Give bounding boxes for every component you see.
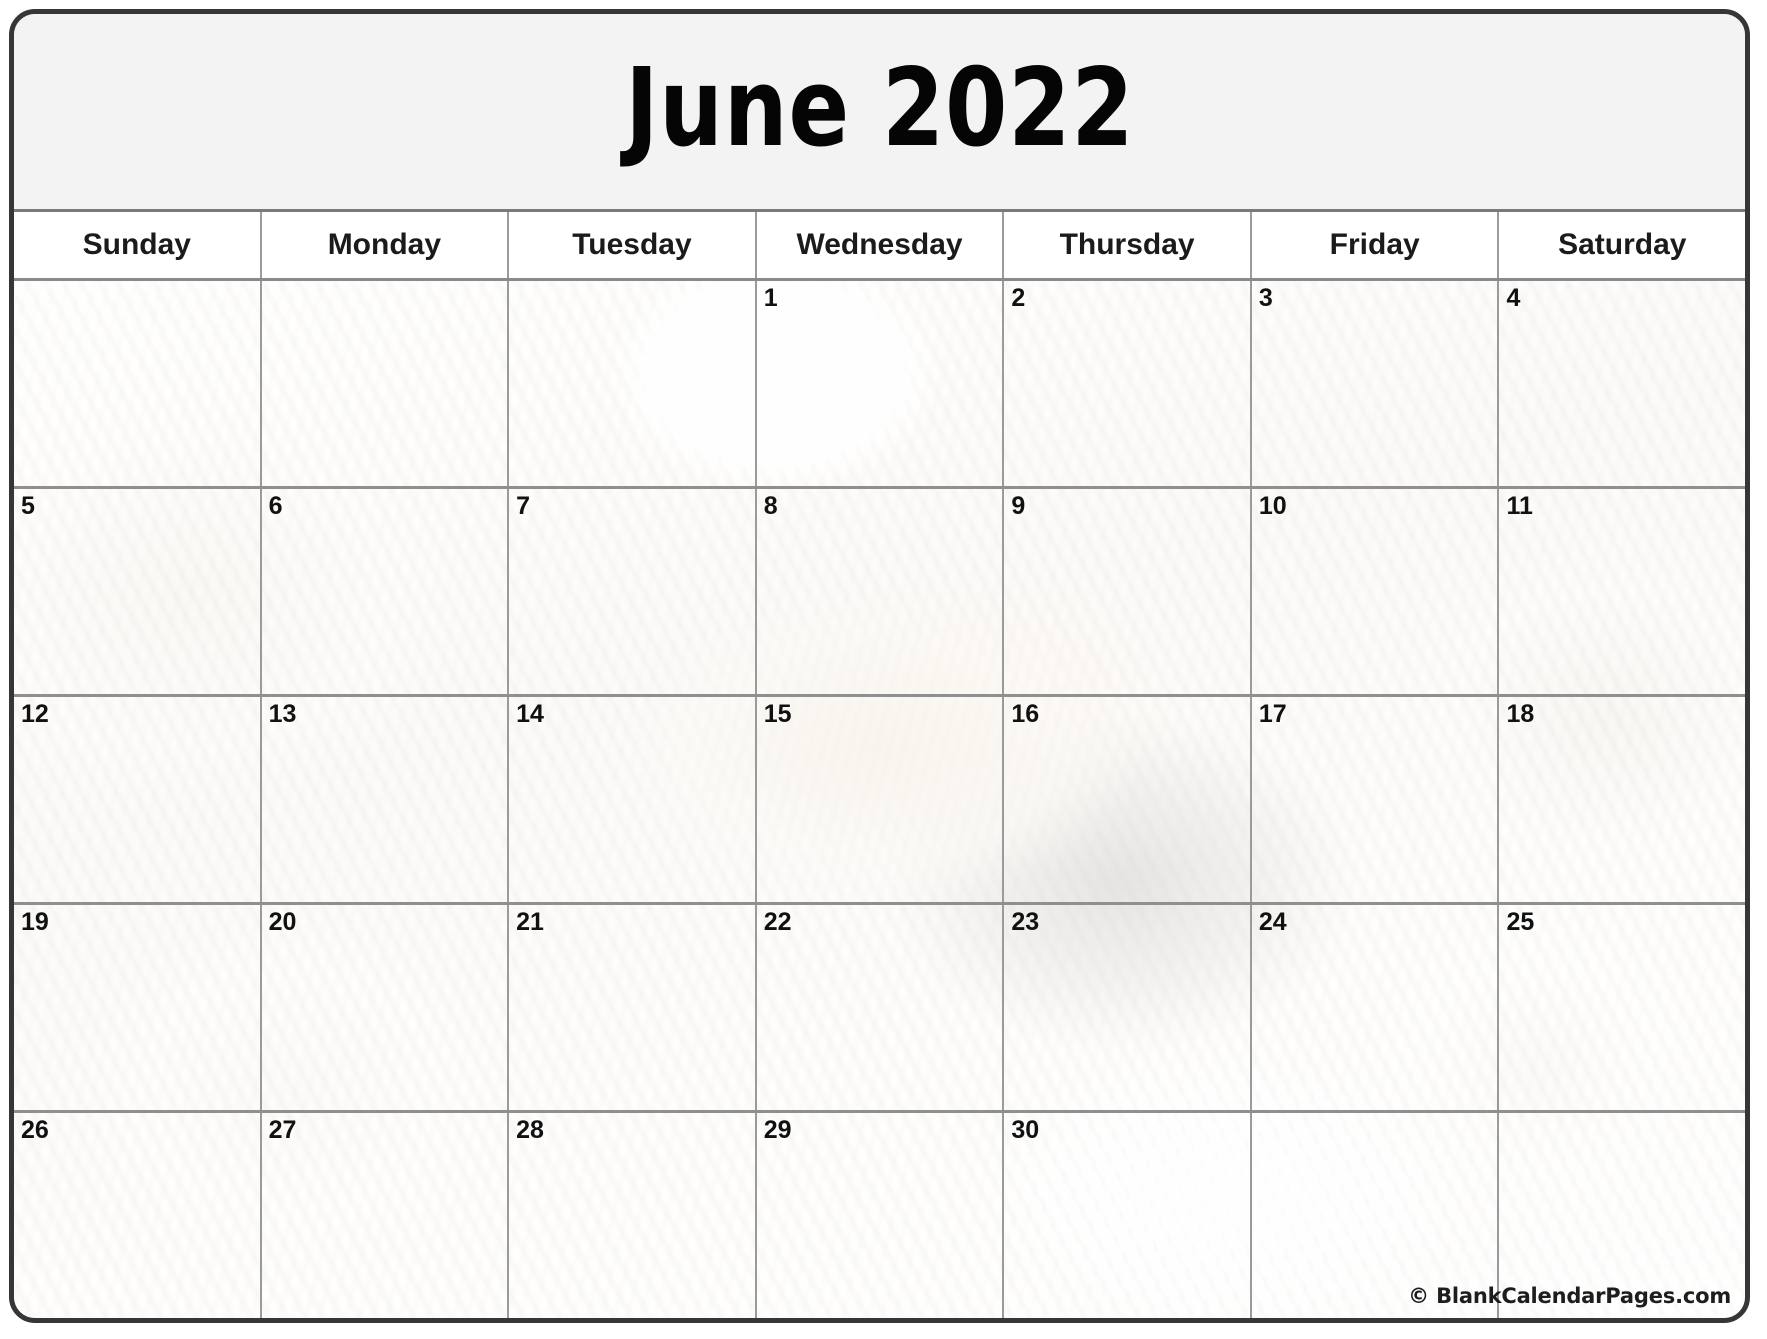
week-row: 12 13 14 15 16 17 18 bbox=[14, 697, 1745, 905]
day-number: 1 bbox=[763, 284, 778, 312]
day-cell[interactable]: 20 bbox=[262, 905, 510, 1110]
day-number: 30 bbox=[1011, 1116, 1040, 1144]
day-cell[interactable] bbox=[14, 281, 262, 486]
weekday-label: Saturday bbox=[1558, 228, 1687, 261]
week-row: 19 20 21 22 23 24 25 bbox=[14, 905, 1745, 1113]
day-number: 4 bbox=[1506, 284, 1521, 312]
day-number: 3 bbox=[1258, 284, 1273, 312]
day-cell[interactable] bbox=[262, 281, 510, 486]
weekday-header-thursday: Thursday bbox=[1004, 212, 1252, 278]
day-number: 5 bbox=[21, 492, 35, 520]
weekday-header-row: Sunday Monday Tuesday Wednesday Thursday… bbox=[14, 212, 1745, 281]
day-number: 25 bbox=[1506, 908, 1535, 936]
weekday-label: Monday bbox=[327, 228, 442, 261]
day-cell[interactable]: 11 bbox=[1499, 489, 1745, 694]
weekday-label: Wednesday bbox=[796, 228, 963, 261]
day-number: 20 bbox=[268, 908, 297, 936]
day-cell[interactable]: 14 bbox=[509, 697, 757, 902]
day-cell[interactable]: 15 bbox=[757, 697, 1005, 902]
day-number: 24 bbox=[1258, 908, 1287, 936]
weekday-label: Sunday bbox=[82, 228, 191, 261]
calendar-frame: June 2022 Sunday Monday Tuesday Wednesda… bbox=[9, 9, 1750, 1323]
day-cell[interactable]: 30 bbox=[1004, 1113, 1252, 1318]
weekday-header-sunday: Sunday bbox=[14, 212, 262, 278]
day-cell[interactable]: 23 bbox=[1004, 905, 1252, 1110]
day-cell[interactable]: 21 bbox=[509, 905, 757, 1110]
weekday-header-saturday: Saturday bbox=[1499, 212, 1745, 278]
day-number: 6 bbox=[268, 492, 283, 520]
day-cell[interactable]: 12 bbox=[14, 697, 262, 902]
day-number: 10 bbox=[1258, 492, 1287, 520]
day-number: 8 bbox=[763, 492, 778, 520]
day-number: 15 bbox=[763, 700, 792, 728]
day-cell[interactable]: 13 bbox=[262, 697, 510, 902]
day-number: 27 bbox=[268, 1116, 297, 1144]
day-cell[interactable]: 29 bbox=[757, 1113, 1005, 1318]
day-number: 23 bbox=[1011, 908, 1040, 936]
day-number: 26 bbox=[21, 1116, 49, 1144]
day-cell[interactable]: 25 bbox=[1499, 905, 1745, 1110]
weekday-label: Tuesday bbox=[572, 228, 692, 261]
day-number: 12 bbox=[21, 700, 49, 728]
calendar-title-bar: June 2022 bbox=[14, 14, 1745, 212]
day-cell[interactable]: 6 bbox=[262, 489, 510, 694]
day-cell[interactable]: 4 bbox=[1499, 281, 1745, 486]
weekday-header-monday: Monday bbox=[261, 212, 510, 278]
day-cell[interactable]: 17 bbox=[1252, 697, 1500, 902]
day-number: 11 bbox=[1506, 492, 1533, 520]
page-title: June 2022 bbox=[624, 45, 1135, 171]
day-number: 18 bbox=[1506, 700, 1535, 728]
day-number: 2 bbox=[1011, 284, 1026, 312]
weekday-label: Thursday bbox=[1059, 228, 1195, 261]
day-cell[interactable]: 2 bbox=[1004, 281, 1252, 486]
day-cell[interactable]: 10 bbox=[1252, 489, 1500, 694]
day-number: 28 bbox=[516, 1116, 544, 1144]
calendar-week-grid: 1 2 3 4 5 6 7 8 9 10 11 12 13 14 15 16 1… bbox=[14, 281, 1745, 1318]
day-cell[interactable]: 18 bbox=[1499, 697, 1745, 902]
day-cell[interactable]: 8 bbox=[757, 489, 1005, 694]
day-number: 13 bbox=[268, 700, 297, 728]
day-cell[interactable]: 5 bbox=[14, 489, 262, 694]
day-number: 9 bbox=[1011, 492, 1026, 520]
weekday-header-tuesday: Tuesday bbox=[509, 212, 757, 278]
day-cell[interactable]: 1 bbox=[757, 281, 1005, 486]
day-cell[interactable]: 3 bbox=[1252, 281, 1500, 486]
weekday-label: Friday bbox=[1329, 228, 1420, 261]
day-cell[interactable]: 22 bbox=[757, 905, 1005, 1110]
day-number: 29 bbox=[763, 1116, 792, 1144]
week-row: 1 2 3 4 bbox=[14, 281, 1745, 489]
day-number: 22 bbox=[763, 908, 792, 936]
day-cell[interactable]: 24 bbox=[1252, 905, 1500, 1110]
day-number: 21 bbox=[516, 908, 544, 936]
day-number: 7 bbox=[516, 492, 531, 520]
watermark-credit: © BlankCalendarPages.com bbox=[1408, 1284, 1731, 1308]
calendar-grid-area: 1 2 3 4 5 6 7 8 9 10 11 12 13 14 15 16 1… bbox=[14, 281, 1745, 1318]
day-cell[interactable]: 9 bbox=[1004, 489, 1252, 694]
week-row: 5 6 7 8 9 10 11 bbox=[14, 489, 1745, 697]
day-cell[interactable]: 27 bbox=[262, 1113, 510, 1318]
day-number: 16 bbox=[1011, 700, 1040, 728]
day-cell[interactable] bbox=[509, 281, 757, 486]
day-number: 17 bbox=[1258, 700, 1287, 728]
day-cell[interactable]: 28 bbox=[509, 1113, 757, 1318]
day-cell[interactable]: 26 bbox=[14, 1113, 262, 1318]
day-cell[interactable]: 7 bbox=[509, 489, 757, 694]
day-number: 19 bbox=[21, 908, 49, 936]
weekday-header-friday: Friday bbox=[1251, 212, 1500, 278]
day-number: 14 bbox=[516, 700, 544, 728]
day-cell[interactable]: 19 bbox=[14, 905, 262, 1110]
day-cell[interactable]: 16 bbox=[1004, 697, 1252, 902]
weekday-header-wednesday: Wednesday bbox=[756, 212, 1005, 278]
